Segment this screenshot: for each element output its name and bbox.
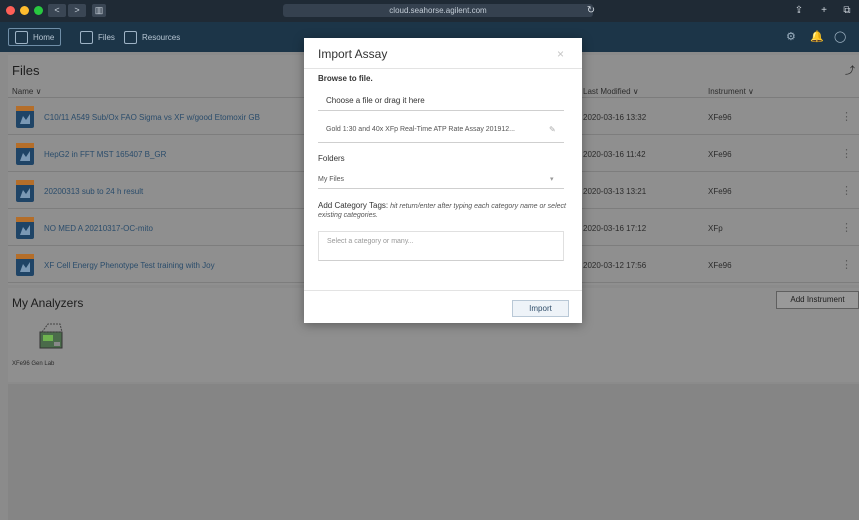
plus-icon[interactable]: + [815, 3, 833, 18]
folders-label: Folders [318, 154, 345, 163]
back-button[interactable]: < [48, 4, 66, 17]
add-instrument-button[interactable]: Add Instrument [776, 291, 859, 309]
category-hint-inline: hit return/enter after typing each categ… [390, 203, 519, 210]
settings-icon[interactable]: ⚙ [786, 30, 796, 43]
empty-area [8, 384, 859, 520]
file-instrument: XFe96 [708, 113, 732, 122]
file-modified: 2020-03-13 13:21 [583, 187, 647, 196]
dialog-divider [304, 68, 582, 69]
row-menu-icon[interactable]: ⋮ [841, 147, 852, 160]
file-instrument: XFe96 [708, 187, 732, 196]
category-hint: Add Category Tags: hit return/enter afte… [318, 201, 568, 220]
zoom-window-button[interactable] [34, 6, 43, 15]
file-name-link[interactable]: C10/11 A549 Sub/Ox FAO Sigma vs XF w/goo… [44, 113, 260, 122]
column-header-name[interactable]: Name ∨ [12, 87, 41, 96]
column-header-instrument[interactable]: Instrument ∨ [708, 87, 754, 96]
nav-resources-label: Resources [142, 32, 181, 42]
files-icon [80, 30, 93, 44]
file-underline [318, 142, 564, 143]
assay-file-icon [16, 143, 34, 165]
folder-select-value[interactable]: My Files [318, 176, 344, 183]
sidebar-toggle-button[interactable]: ▥ [92, 4, 106, 17]
assay-file-icon [16, 217, 34, 239]
assay-file-icon [16, 254, 34, 276]
nav-files[interactable]: Files [74, 28, 121, 46]
browse-label: Browse to file. [318, 74, 373, 83]
assay-file-icon [16, 180, 34, 202]
nav-resources[interactable]: Resources [118, 28, 186, 46]
analyzer-machine-icon[interactable] [34, 320, 68, 354]
chevron-down-icon[interactable]: ▾ [550, 175, 554, 183]
browser-titlebar: < > ▥ cloud.seahorse.agilent.com ↻ ⇪ + ⧉ [0, 0, 859, 22]
dialog-title: Import Assay [318, 47, 388, 61]
analyzer-machine-label: XFe96 Gen Lab [12, 361, 55, 367]
choose-file-dropzone[interactable]: Choose a file or drag it here [326, 96, 425, 105]
reload-icon[interactable]: ↻ [582, 3, 600, 18]
category-tags-input[interactable]: Select a category or many... [318, 231, 564, 261]
close-icon[interactable]: × [557, 47, 564, 61]
file-name-link[interactable]: 20200313 sub to 24 h result [44, 187, 143, 196]
forward-button[interactable]: > [68, 4, 86, 17]
edit-file-icon[interactable]: ✎ [549, 125, 556, 134]
file-modified: 2020-03-16 17:12 [583, 224, 647, 233]
row-menu-icon[interactable]: ⋮ [841, 184, 852, 197]
window-controls [6, 6, 43, 15]
selected-file-name: Gold 1:30 and 40x XFp Real-Time ATP Rate… [326, 126, 515, 133]
resources-icon [124, 30, 137, 44]
analyzers-title: My Analyzers [12, 296, 84, 310]
minimize-window-button[interactable] [20, 6, 29, 15]
file-name-link[interactable]: HepG2 in FFT MST 165407 B_GR [44, 150, 166, 159]
address-bar[interactable]: cloud.seahorse.agilent.com [283, 4, 593, 17]
file-modified: 2020-03-12 17:56 [583, 261, 647, 270]
file-modified: 2020-03-16 13:32 [583, 113, 647, 122]
column-header-modified[interactable]: Last Modified ∨ [583, 87, 639, 96]
footer-divider [304, 290, 582, 291]
files-title: Files [12, 63, 40, 78]
row-menu-icon[interactable]: ⋮ [841, 110, 852, 123]
dropzone-underline [318, 110, 564, 111]
home-icon [15, 30, 28, 44]
file-modified: 2020-03-16 11:42 [583, 150, 646, 159]
row-menu-icon[interactable]: ⋮ [841, 258, 852, 271]
file-name-link[interactable]: XF Cell Energy Phenotype Test training w… [44, 261, 215, 270]
user-icon[interactable]: ◯ [834, 30, 846, 43]
share-icon[interactable]: ⇪ [790, 3, 808, 18]
upload-icon[interactable]: ⤴ [845, 62, 855, 77]
category-placeholder: Select a category or many... [327, 238, 414, 245]
category-label: Add Category Tags: [318, 201, 389, 210]
nav-home[interactable]: Home [8, 28, 62, 46]
row-menu-icon[interactable]: ⋮ [841, 221, 852, 234]
import-assay-dialog: Import Assay × Browse to file. Choose a … [304, 38, 582, 323]
folder-underline [318, 188, 564, 189]
file-instrument: XFp [708, 224, 723, 233]
file-instrument: XFe96 [708, 150, 732, 159]
notifications-icon[interactable]: 🔔 [810, 30, 824, 43]
nav-files-label: Files [98, 32, 115, 42]
file-instrument: XFe96 [708, 261, 732, 270]
tabs-icon[interactable]: ⧉ [838, 3, 856, 18]
file-name-link[interactable]: NO MED A 20210317-OC-mito [44, 224, 153, 233]
assay-file-icon [16, 106, 34, 128]
close-window-button[interactable] [6, 6, 15, 15]
import-button[interactable]: Import [512, 300, 569, 317]
url-text: cloud.seahorse.agilent.com [389, 6, 487, 15]
nav-home-label: Home [33, 32, 55, 42]
